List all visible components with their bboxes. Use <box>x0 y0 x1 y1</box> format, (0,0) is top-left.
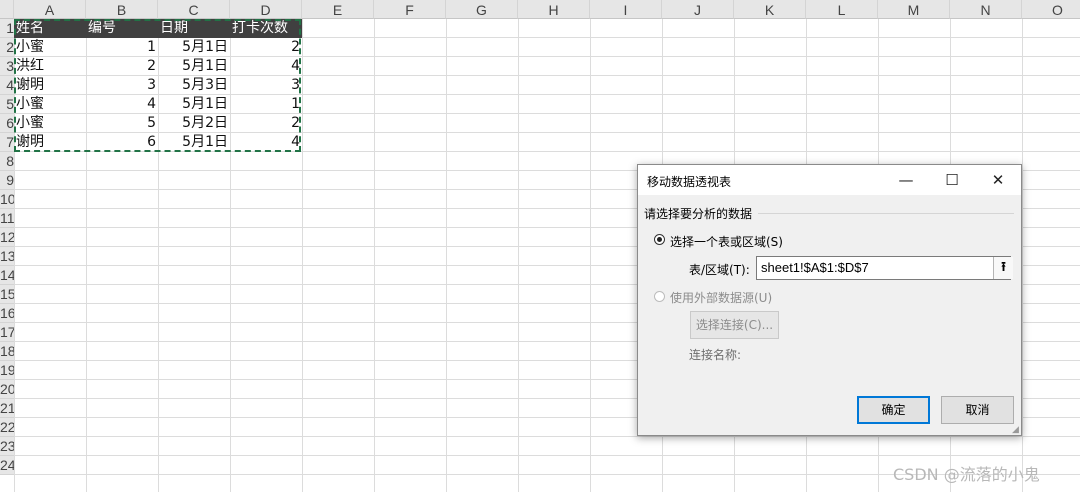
table-header-cell[interactable]: 编号 <box>86 19 158 38</box>
column-header-J[interactable]: J <box>662 0 734 19</box>
row-header-12[interactable]: 12 <box>0 228 14 247</box>
section-divider <box>758 213 1014 214</box>
column-header-I[interactable]: I <box>590 0 662 19</box>
column-header-G[interactable]: G <box>446 0 518 19</box>
collapse-dialog-icon[interactable]: ⭱ <box>993 257 1013 279</box>
cancel-button[interactable]: 取消 <box>941 396 1014 424</box>
column-header-D[interactable]: D <box>230 0 302 19</box>
column-header-O[interactable]: O <box>1022 0 1080 19</box>
row-header-24[interactable]: 24 <box>0 456 14 475</box>
table-cell[interactable]: 5月3日 <box>158 76 230 95</box>
row-header-14[interactable]: 14 <box>0 266 14 285</box>
table-header-cell[interactable]: 姓名 <box>14 19 86 38</box>
row-header-19[interactable]: 19 <box>0 361 14 380</box>
radio-select-table-range[interactable] <box>654 234 665 245</box>
resize-grip-icon[interactable]: ◢ <box>1012 426 1020 435</box>
column-header-C[interactable]: C <box>158 0 230 19</box>
row-header-16[interactable]: 16 <box>0 304 14 323</box>
column-header-L[interactable]: L <box>806 0 878 19</box>
minimize-button[interactable]: — <box>883 165 929 195</box>
radio-external-source-label[interactable]: 使用外部数据源(U) <box>670 289 772 306</box>
dialog-titlebar[interactable]: 移动数据透视表 — ☐ ✕ <box>638 165 1021 195</box>
table-cell[interactable]: 洪红 <box>14 57 86 76</box>
row-header-18[interactable]: 18 <box>0 342 14 361</box>
range-field-label: 表/区域(T): <box>689 263 750 277</box>
choose-connection-button[interactable]: 选择连接(C)... <box>690 311 779 339</box>
table-cell[interactable]: 3 <box>86 76 158 95</box>
grid-vline <box>374 19 375 492</box>
table-cell[interactable]: 4 <box>230 133 302 152</box>
row-header-15[interactable]: 15 <box>0 285 14 304</box>
column-header-H[interactable]: H <box>518 0 590 19</box>
table-cell[interactable]: 5月1日 <box>158 57 230 76</box>
row-header-4[interactable]: 4 <box>0 76 14 95</box>
grid-vline <box>518 19 519 492</box>
column-header-N[interactable]: N <box>950 0 1022 19</box>
table-header-cell[interactable]: 日期 <box>158 19 230 38</box>
row-header-6[interactable]: 6 <box>0 114 14 133</box>
row-header-10[interactable]: 10 <box>0 190 14 209</box>
close-button[interactable]: ✕ <box>975 165 1021 195</box>
column-header-E[interactable]: E <box>302 0 374 19</box>
table-cell[interactable]: 小蜜 <box>14 38 86 57</box>
table-header-cell[interactable]: 打卡次数 <box>230 19 302 38</box>
table-cell[interactable]: 6 <box>86 133 158 152</box>
table-cell[interactable]: 4 <box>230 57 302 76</box>
row-header-22[interactable]: 22 <box>0 418 14 437</box>
table-cell[interactable]: 小蜜 <box>14 95 86 114</box>
table-cell[interactable]: 谢明 <box>14 133 86 152</box>
table-cell[interactable]: 2 <box>230 114 302 133</box>
watermark: CSDN @流落的小鬼 <box>893 465 1040 484</box>
row-header-9[interactable]: 9 <box>0 171 14 190</box>
row-header-3[interactable]: 3 <box>0 57 14 76</box>
move-pivottable-dialog: 移动数据透视表 — ☐ ✕ 请选择要分析的数据 选择一个表或区域(S) 表/区域… <box>637 164 1022 436</box>
column-header-M[interactable]: M <box>878 0 950 19</box>
row-header-7[interactable]: 7 <box>0 133 14 152</box>
row-header-17[interactable]: 17 <box>0 323 14 342</box>
table-cell[interactable]: 5月1日 <box>158 133 230 152</box>
table-cell[interactable]: 2 <box>86 57 158 76</box>
section-label: 请选择要分析的数据 <box>644 207 753 221</box>
row-header-1[interactable]: 1 <box>0 19 14 38</box>
row-header-8[interactable]: 8 <box>0 152 14 171</box>
connection-name-label: 连接名称: <box>689 348 742 362</box>
table-cell[interactable]: 5月2日 <box>158 114 230 133</box>
row-header-21[interactable]: 21 <box>0 399 14 418</box>
table-cell[interactable]: 5月1日 <box>158 95 230 114</box>
table-cell[interactable]: 1 <box>230 95 302 114</box>
radio-select-table-range-label[interactable]: 选择一个表或区域(S) <box>670 233 783 250</box>
row-header-5[interactable]: 5 <box>0 95 14 114</box>
radio-external-source[interactable] <box>654 291 665 302</box>
ok-button[interactable]: 确定 <box>857 396 930 424</box>
table-cell[interactable]: 5 <box>86 114 158 133</box>
table-cell[interactable]: 4 <box>86 95 158 114</box>
grid-vline <box>1022 19 1023 492</box>
select-all-corner[interactable] <box>0 0 14 19</box>
dialog-title: 移动数据透视表 <box>647 175 732 189</box>
table-cell[interactable]: 小蜜 <box>14 114 86 133</box>
table-cell[interactable]: 谢明 <box>14 76 86 95</box>
grid-hline <box>14 436 1080 437</box>
row-header-13[interactable]: 13 <box>0 247 14 266</box>
table-cell[interactable]: 5月1日 <box>158 38 230 57</box>
table-cell[interactable]: 3 <box>230 76 302 95</box>
row-header-20[interactable]: 20 <box>0 380 14 399</box>
grid-vline <box>446 19 447 492</box>
row-header-23[interactable]: 23 <box>0 437 14 456</box>
column-header-K[interactable]: K <box>734 0 806 19</box>
maximize-button[interactable]: ☐ <box>929 165 975 195</box>
table-cell[interactable]: 2 <box>230 38 302 57</box>
range-input[interactable]: sheet1!$A$1:$D$7 <box>756 256 1011 280</box>
grid-vline <box>590 19 591 492</box>
column-header-B[interactable]: B <box>86 0 158 19</box>
column-header-A[interactable]: A <box>14 0 86 19</box>
table-cell[interactable]: 1 <box>86 38 158 57</box>
row-header-2[interactable]: 2 <box>0 38 14 57</box>
column-header-F[interactable]: F <box>374 0 446 19</box>
grid-hline <box>14 455 1080 456</box>
grid-vline <box>302 19 303 492</box>
row-header-11[interactable]: 11 <box>0 209 14 228</box>
